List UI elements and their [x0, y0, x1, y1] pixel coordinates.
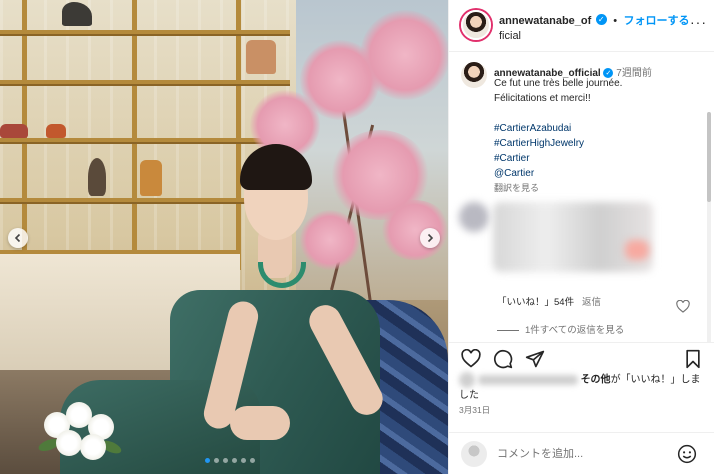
heart-icon[interactable] — [461, 349, 481, 369]
flower — [80, 434, 106, 460]
carousel-dot — [250, 458, 255, 463]
shelf — [0, 30, 290, 36]
emoji-icon[interactable] — [677, 444, 697, 464]
carousel-dot — [232, 458, 237, 463]
comment-icon[interactable] — [493, 349, 513, 369]
follow-button[interactable]: フォローする — [624, 15, 690, 27]
sculpture — [88, 158, 106, 196]
prev-button[interactable] — [8, 228, 28, 248]
carousel-dot — [241, 458, 246, 463]
more-icon[interactable]: ··· — [690, 14, 707, 30]
shelf — [0, 138, 290, 144]
hands — [230, 406, 290, 440]
blurred-comment — [493, 202, 653, 272]
comment-input[interactable]: コメントを追加... — [497, 445, 583, 461]
comment-heart-icon[interactable] — [676, 300, 690, 313]
shelf — [0, 80, 290, 86]
box — [246, 40, 276, 74]
blurred-emoji — [625, 240, 649, 260]
author-username-cont: ficial — [499, 30, 522, 42]
caption-line-2: Félicitations et merci!! — [494, 93, 591, 104]
user-avatar — [461, 441, 487, 467]
liker-name — [477, 375, 578, 385]
likes-suffix: が「いいね！」しま — [610, 374, 701, 386]
caption-line-1: Ce fut une très belle journée. — [494, 78, 623, 89]
reply-button[interactable]: 返信 — [582, 297, 601, 308]
caption-text: Ce fut une très belle journée. Félicitat… — [494, 76, 699, 196]
liker-avatar — [459, 372, 475, 388]
replies-line — [497, 329, 519, 331]
next-button[interactable] — [420, 228, 440, 248]
post-date[interactable]: 3月31日 — [459, 404, 490, 416]
view-replies[interactable]: 1件すべての返信を見る — [497, 322, 624, 336]
share-icon[interactable] — [525, 349, 545, 369]
commenter-avatar — [459, 202, 489, 232]
flower — [56, 430, 82, 456]
author-avatar[interactable] — [461, 10, 491, 40]
likes-summary: その他が「いいね！」しま した — [459, 372, 709, 403]
likes-suffix-2: した — [459, 390, 479, 401]
scrollbar-thumb[interactable] — [707, 112, 711, 202]
bookmark-icon[interactable] — [683, 349, 703, 369]
post-side-panel: annewatanabe_of ✓ • フォローする ficial ··· an… — [448, 0, 714, 474]
shelf-post — [236, 0, 241, 270]
caption-avatar[interactable] — [461, 62, 487, 88]
white-flowers — [34, 402, 130, 474]
translate-link[interactable]: 翻訳を見る — [494, 181, 699, 196]
carousel-dot — [214, 458, 219, 463]
next-arrow-icon — [427, 233, 434, 243]
hashtag-link[interactable]: #CartierHighJewelry — [494, 136, 699, 151]
mention-link[interactable]: @Cartier — [494, 166, 699, 181]
vase — [140, 160, 162, 196]
comment-bar: コメントを追加... — [449, 432, 714, 474]
cherry-blossom — [360, 10, 448, 100]
scrollbar[interactable] — [707, 112, 711, 342]
box — [0, 124, 28, 138]
likes-others[interactable]: その他 — [581, 375, 611, 386]
shelf-post — [132, 0, 137, 260]
view-replies-label: 1件すべての返信を見る — [525, 325, 625, 336]
author-username[interactable]: annewatanabe_of — [499, 15, 591, 27]
verified-badge-icon: ✓ — [595, 14, 607, 26]
author-block: annewatanabe_of ✓ • フォローする ficial — [499, 11, 690, 42]
vase — [46, 124, 66, 138]
action-bar — [449, 342, 714, 372]
comment-likes[interactable]: 「いいね！」54件 — [497, 297, 574, 308]
cherry-blossom — [380, 200, 448, 260]
cherry-blossom — [300, 210, 360, 270]
bullet-separator: • — [613, 15, 618, 27]
comments-area: annewatanabe_official ✓ 7週間前 Ce fut une … — [449, 52, 714, 342]
post-header: annewatanabe_of ✓ • フォローする ficial ··· — [449, 0, 714, 52]
carousel-dot — [205, 458, 210, 463]
hashtag-link[interactable]: #Cartier — [494, 151, 699, 166]
comment-meta: 「いいね！」54件 返信 — [497, 294, 601, 308]
prev-arrow-icon — [14, 233, 21, 243]
hashtag-link[interactable]: #CartierAzabudai — [494, 121, 699, 136]
carousel-dot — [223, 458, 228, 463]
post-photo[interactable] — [0, 0, 448, 474]
carousel-dots — [205, 458, 255, 463]
